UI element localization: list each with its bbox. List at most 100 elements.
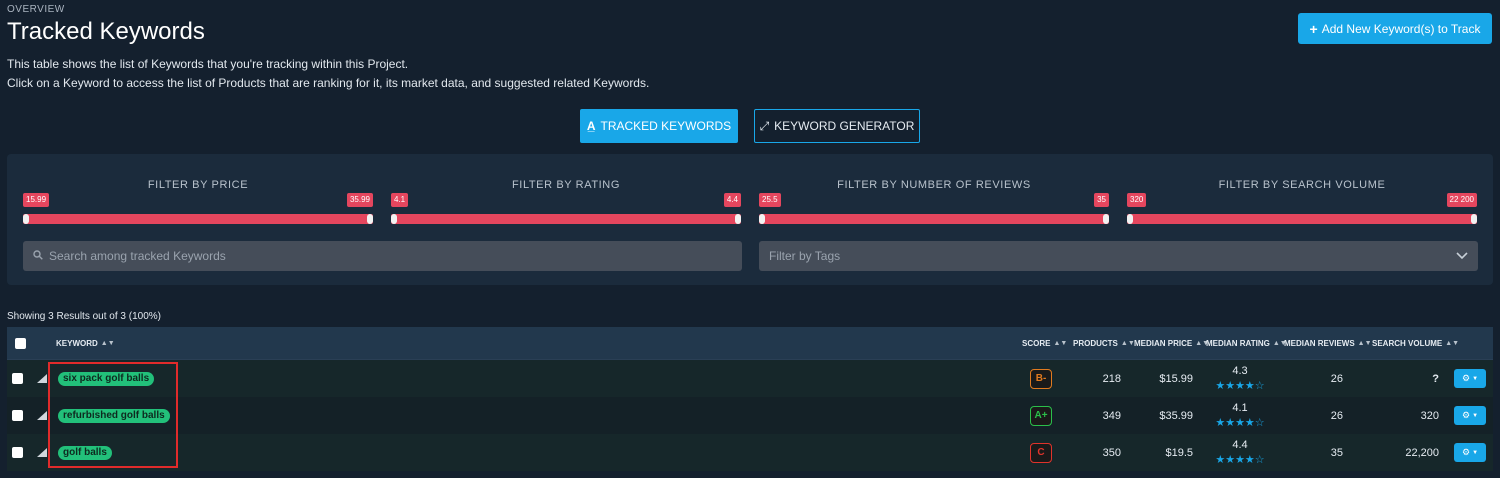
- volume-max-tag: 22 200: [1446, 193, 1477, 207]
- chevron-down-icon: [1456, 249, 1468, 263]
- keyword-highlight-box: [48, 362, 178, 468]
- rating-value: 4.3: [1232, 365, 1248, 377]
- gear-icon: ⚙: [1461, 447, 1471, 457]
- median-price-cell: $35.99: [1159, 409, 1193, 422]
- signal-bars-icon: [37, 448, 47, 457]
- products-cell: 349: [1102, 409, 1121, 422]
- star-rating-icon: ★★★★☆: [1215, 454, 1265, 466]
- products-cell: 350: [1102, 446, 1121, 459]
- rating-min-tag: 4.1: [391, 193, 409, 207]
- median-reviews-header-label: MEDIAN REVIEWS: [1284, 338, 1355, 348]
- median-rating-cell: 4.3 ★★★★☆: [1207, 365, 1273, 392]
- price-min-tag: 15.99: [23, 193, 50, 207]
- rating-slider-min-handle[interactable]: [391, 214, 397, 224]
- reviews-slider-min-handle[interactable]: [759, 214, 765, 224]
- add-keyword-button[interactable]: + Add New Keyword(s) to Track: [1298, 13, 1492, 44]
- star-rating-icon: ★★★★☆: [1215, 380, 1265, 392]
- row-actions-button[interactable]: ⚙ ▼: [1454, 443, 1486, 462]
- median-rating-column-header[interactable]: MEDIAN RATING ▲▼: [1206, 339, 1287, 348]
- search-volume-column-header[interactable]: SEARCH VOLUME ▲▼: [1372, 339, 1459, 348]
- reviews-min-tag: 25.5: [759, 193, 781, 207]
- rating-slider-track[interactable]: [391, 214, 741, 224]
- description-line-1: This table shows the list of Keywords th…: [7, 57, 409, 71]
- overview-label: OVERVIEW: [7, 4, 65, 15]
- median-price-cell: $19.5: [1165, 446, 1193, 459]
- search-volume-cell: ?: [1432, 372, 1439, 385]
- price-slider-max-handle[interactable]: [367, 214, 373, 224]
- median-reviews-cell: 26: [1330, 372, 1343, 385]
- median-price-column-header[interactable]: MEDIAN PRICE ▲▼: [1134, 339, 1209, 348]
- caret-down-icon: ▼: [1472, 375, 1479, 382]
- keyword-column-header[interactable]: KEYWORD ▲▼: [56, 339, 115, 348]
- tags-filter-select[interactable]: Filter by Tags: [759, 241, 1478, 271]
- keyword-search-input[interactable]: [49, 249, 699, 263]
- keyword-generator-button[interactable]: ⤢ KEYWORD GENERATOR: [754, 109, 920, 143]
- table-row: six pack golf balls B- 218 $15.99 4.3 ★★…: [7, 360, 1493, 397]
- tracked-keywords-button[interactable]: A̲ TRACKED KEYWORDS: [580, 109, 738, 143]
- median-reviews-column-header[interactable]: MEDIAN REVIEWS ▲▼: [1284, 339, 1372, 348]
- products-header-label: PRODUCTS: [1073, 338, 1118, 348]
- keyword-header-label: KEYWORD: [56, 338, 98, 348]
- sort-icon: ▲▼: [1445, 339, 1460, 347]
- price-filter-label: FILTER BY PRICE: [147, 179, 249, 191]
- table-header: KEYWORD ▲▼ SCORE ▲▼ PRODUCTS ▲▼ MEDIAN PRIC…: [7, 327, 1493, 360]
- sort-icon: ▲▼: [1357, 339, 1372, 347]
- reviews-filter-label: FILTER BY NUMBER OF REVIEWS: [837, 179, 1031, 191]
- score-column-header[interactable]: SCORE ▲▼: [1022, 339, 1067, 348]
- reviews-max-tag: 35: [1094, 193, 1109, 207]
- rating-max-tag: 4.4: [723, 193, 741, 207]
- rating-value: 4.1: [1232, 402, 1248, 414]
- price-max-tag: 35.99: [346, 193, 373, 207]
- reviews-slider-track[interactable]: [759, 214, 1109, 224]
- tracked-keywords-label: TRACKED KEYWORDS: [600, 119, 732, 133]
- keyword-generator-icon: ⤢: [759, 118, 770, 133]
- median-rating-cell: 4.1 ★★★★☆: [1207, 402, 1273, 429]
- search-icon: [33, 247, 43, 265]
- row-checkbox[interactable]: [12, 447, 23, 458]
- tracked-keywords-icon: A̲: [586, 119, 596, 133]
- search-volume-header-label: SEARCH VOLUME: [1372, 338, 1443, 348]
- filter-panel: FILTER BY PRICE 15.99 35.99 FILTER BY RA…: [7, 154, 1493, 285]
- keyword-generator-label: KEYWORD GENERATOR: [774, 119, 915, 133]
- tags-filter-placeholder: Filter by Tags: [769, 249, 841, 263]
- star-rating-icon: ★★★★☆: [1215, 417, 1265, 429]
- sort-icon: ▲▼: [1120, 339, 1135, 347]
- select-all-checkbox[interactable]: [15, 337, 26, 349]
- median-price-header-label: MEDIAN PRICE: [1134, 338, 1193, 348]
- median-price-cell: $15.99: [1159, 372, 1193, 385]
- table-row: refurbished golf balls A+ 349 $35.99 4.1…: [7, 397, 1493, 434]
- products-cell: 218: [1102, 372, 1121, 385]
- row-checkbox[interactable]: [12, 373, 23, 384]
- price-slider-min-handle[interactable]: [23, 214, 29, 224]
- search-volume-cell: 22,200: [1405, 446, 1439, 459]
- score-header-label: SCORE: [1022, 338, 1051, 348]
- row-actions-button[interactable]: ⚙ ▼: [1454, 406, 1486, 425]
- rating-value: 4.4: [1232, 439, 1248, 451]
- add-keyword-button-label: Add New Keyword(s) to Track: [1321, 21, 1481, 36]
- volume-filter-label: FILTER BY SEARCH VOLUME: [1218, 179, 1386, 191]
- row-actions-button[interactable]: ⚙ ▼: [1454, 369, 1486, 388]
- sort-icon: ▲▼: [1053, 339, 1068, 347]
- median-rating-header-label: MEDIAN RATING: [1206, 338, 1270, 348]
- score-badge: A+: [1030, 405, 1052, 426]
- sort-icon: ▲▼: [100, 339, 115, 347]
- reviews-slider-max-handle[interactable]: [1103, 214, 1109, 224]
- page-description: This table shows the list of Keywords th…: [7, 55, 649, 93]
- median-rating-cell: 4.4 ★★★★☆: [1207, 439, 1273, 466]
- rating-slider-max-handle[interactable]: [735, 214, 741, 224]
- table-row: golf balls C 350 $19.5 4.4 ★★★★☆ 35 22,2…: [7, 434, 1493, 471]
- keyword-search-box[interactable]: [23, 241, 742, 271]
- volume-slider-min-handle[interactable]: [1127, 214, 1133, 224]
- score-badge: B-: [1030, 368, 1052, 389]
- row-checkbox[interactable]: [12, 410, 23, 421]
- plus-icon: +: [1309, 20, 1318, 37]
- search-volume-cell: 320: [1420, 409, 1439, 422]
- rating-filter-label: FILTER BY RATING: [511, 179, 620, 191]
- signal-bars-icon: [37, 411, 47, 420]
- volume-slider-max-handle[interactable]: [1471, 214, 1477, 224]
- results-count: Showing 3 Results out of 3 (100%): [7, 311, 161, 322]
- products-column-header[interactable]: PRODUCTS ▲▼: [1073, 339, 1135, 348]
- caret-down-icon: ▼: [1472, 449, 1479, 456]
- volume-slider-track[interactable]: [1127, 214, 1477, 224]
- price-slider-track[interactable]: [23, 214, 373, 224]
